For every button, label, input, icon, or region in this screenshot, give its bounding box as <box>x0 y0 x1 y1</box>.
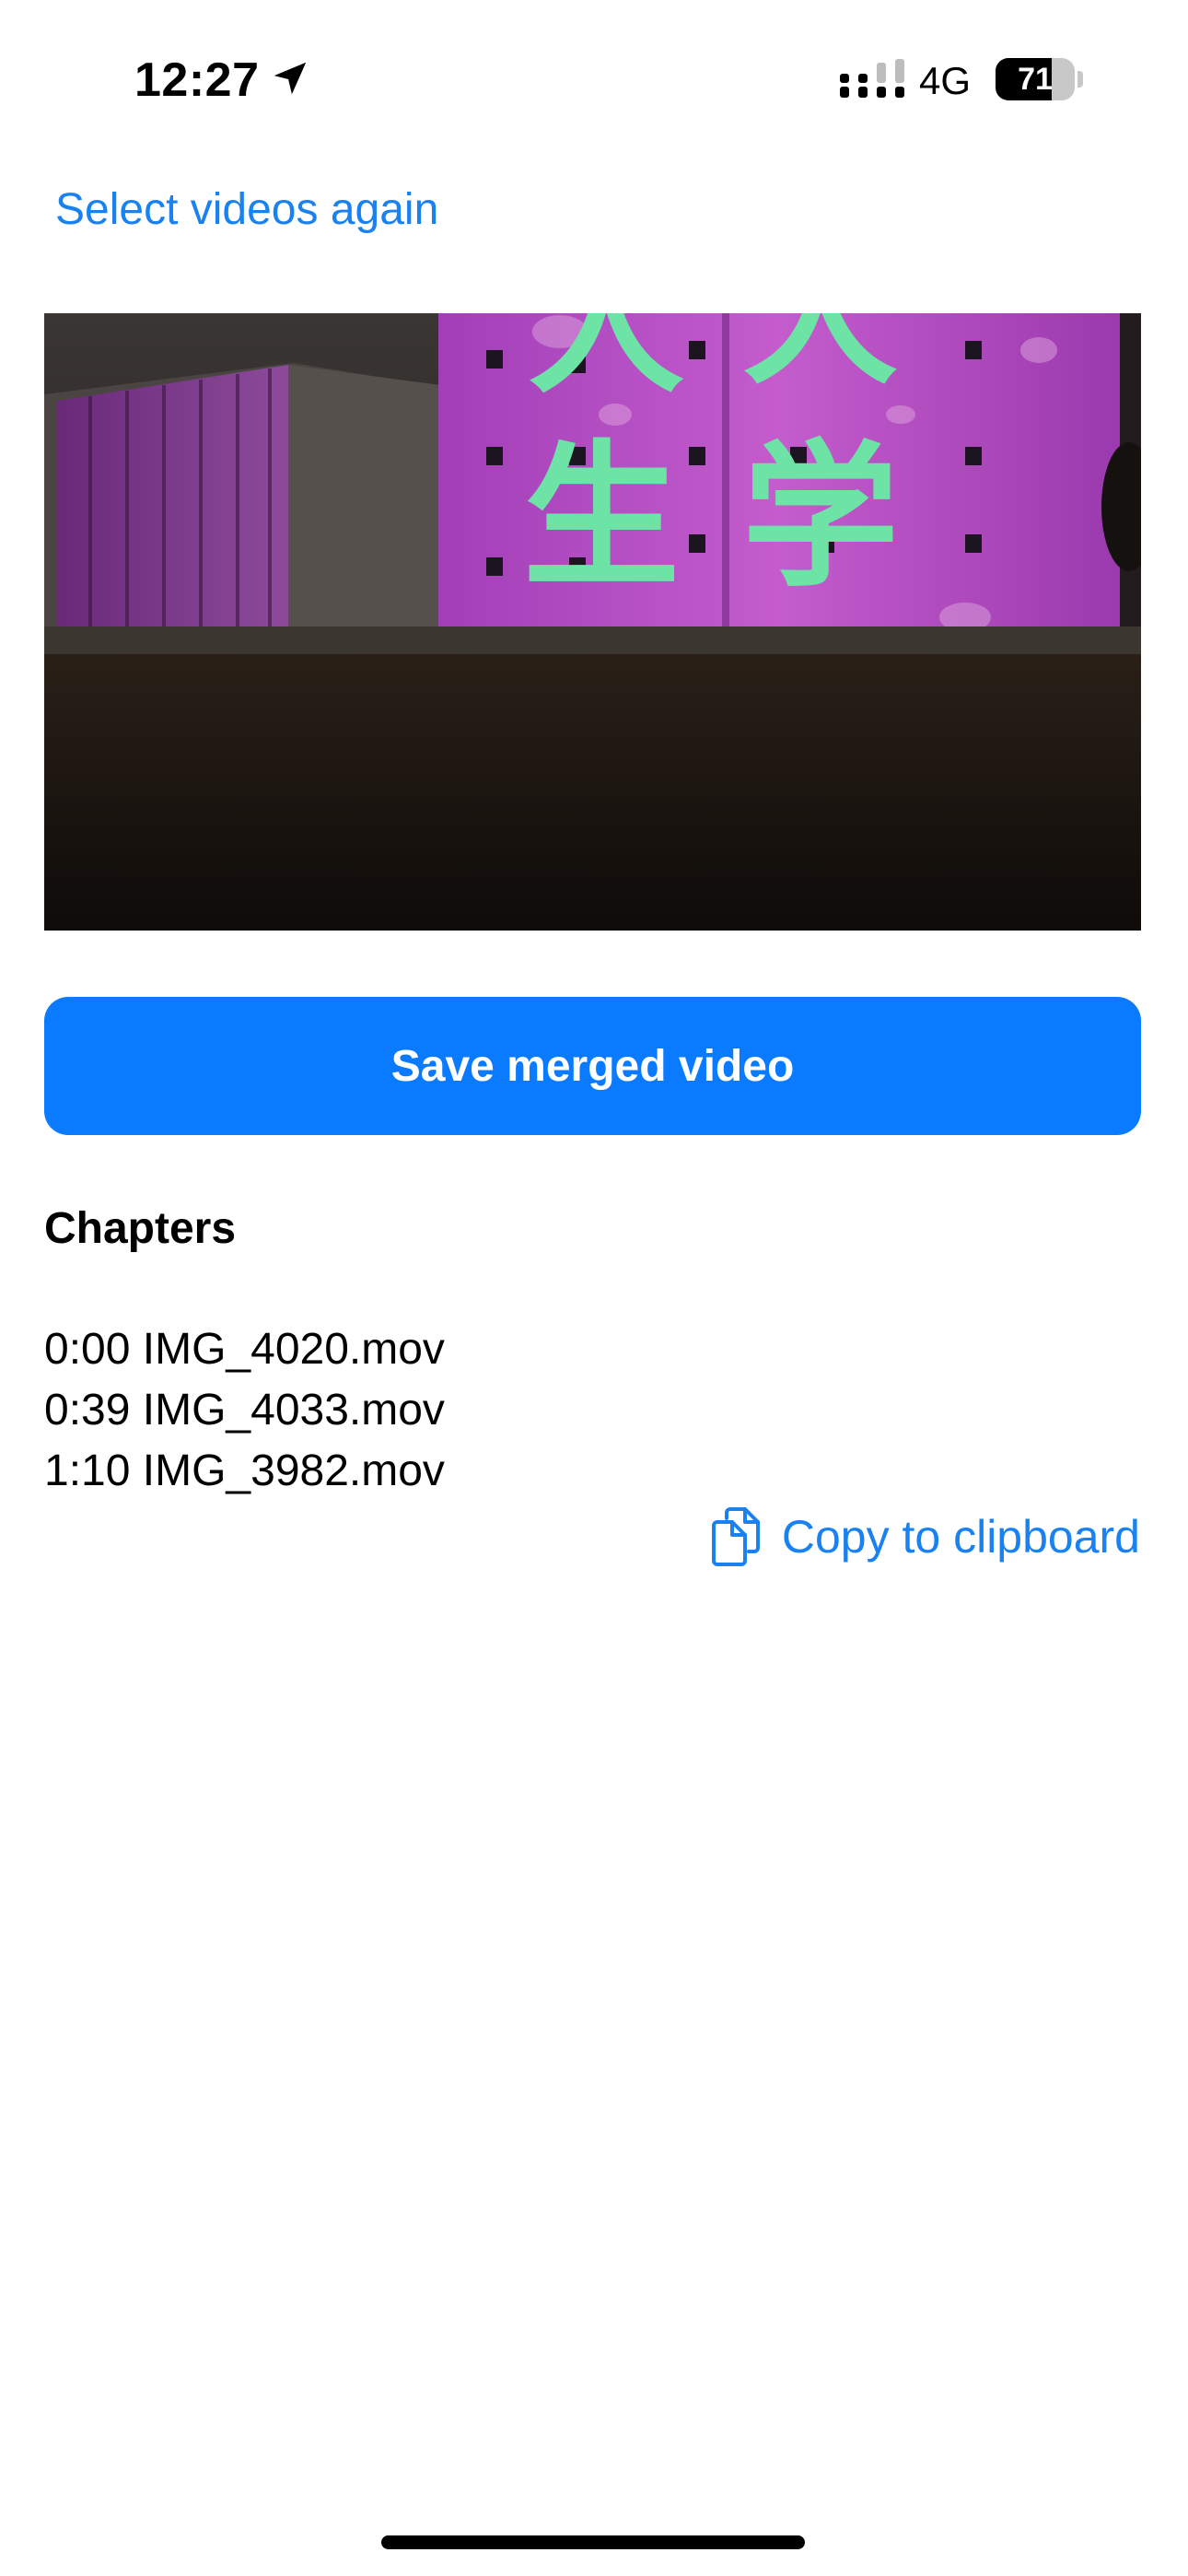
select-videos-again-link[interactable]: Select videos again <box>55 181 438 240</box>
chapter-time: 1:10 <box>44 1446 131 1495</box>
status-time: 12:27 <box>134 53 260 107</box>
chapter-file: IMG_4020.mov <box>142 1325 445 1374</box>
overlay-char-2: 大 <box>742 313 899 406</box>
chapter-file: IMG_4033.mov <box>142 1386 445 1434</box>
network-type: 4G <box>919 59 972 102</box>
overlay-char-3: 生 <box>523 425 680 609</box>
chapter-list: 0:00 IMG_4020.mov 0:39 IMG_4033.mov 1:10… <box>44 1319 445 1502</box>
chapter-item: 1:10 IMG_3982.mov <box>44 1441 445 1502</box>
chapter-item: 0:00 IMG_4020.mov <box>44 1319 445 1380</box>
battery-nub <box>1077 71 1083 88</box>
overlay-char-4: 学 <box>742 425 899 609</box>
chapter-time: 0:39 <box>44 1386 131 1434</box>
location-arrow-icon <box>274 62 307 95</box>
chapters-heading: Chapters <box>44 1204 237 1253</box>
status-bar: 12:27 4G 71 <box>0 0 1188 157</box>
video-preview[interactable]: 人 大 生 学 <box>44 313 1141 931</box>
battery-body: 71 <box>996 58 1075 100</box>
video-frame: 人 大 生 学 <box>44 313 1141 931</box>
battery-level: 71 <box>1018 62 1053 97</box>
cellular-signal-icon <box>840 59 904 98</box>
overlay-char-1: 人 <box>528 313 684 416</box>
home-indicator[interactable] <box>381 2535 805 2549</box>
battery-icon: 71 <box>996 58 1084 100</box>
chapter-item: 0:39 IMG_4033.mov <box>44 1380 445 1441</box>
copy-to-clipboard-button[interactable]: Copy to clipboard <box>710 1500 1140 1574</box>
chapter-time: 0:00 <box>44 1325 131 1374</box>
save-merged-video-button[interactable]: Save merged video <box>44 997 1141 1135</box>
clipboard-icon <box>711 1507 760 1566</box>
copy-to-clipboard-label: Copy to clipboard <box>781 1511 1140 1563</box>
chapter-file: IMG_3982.mov <box>142 1446 445 1495</box>
